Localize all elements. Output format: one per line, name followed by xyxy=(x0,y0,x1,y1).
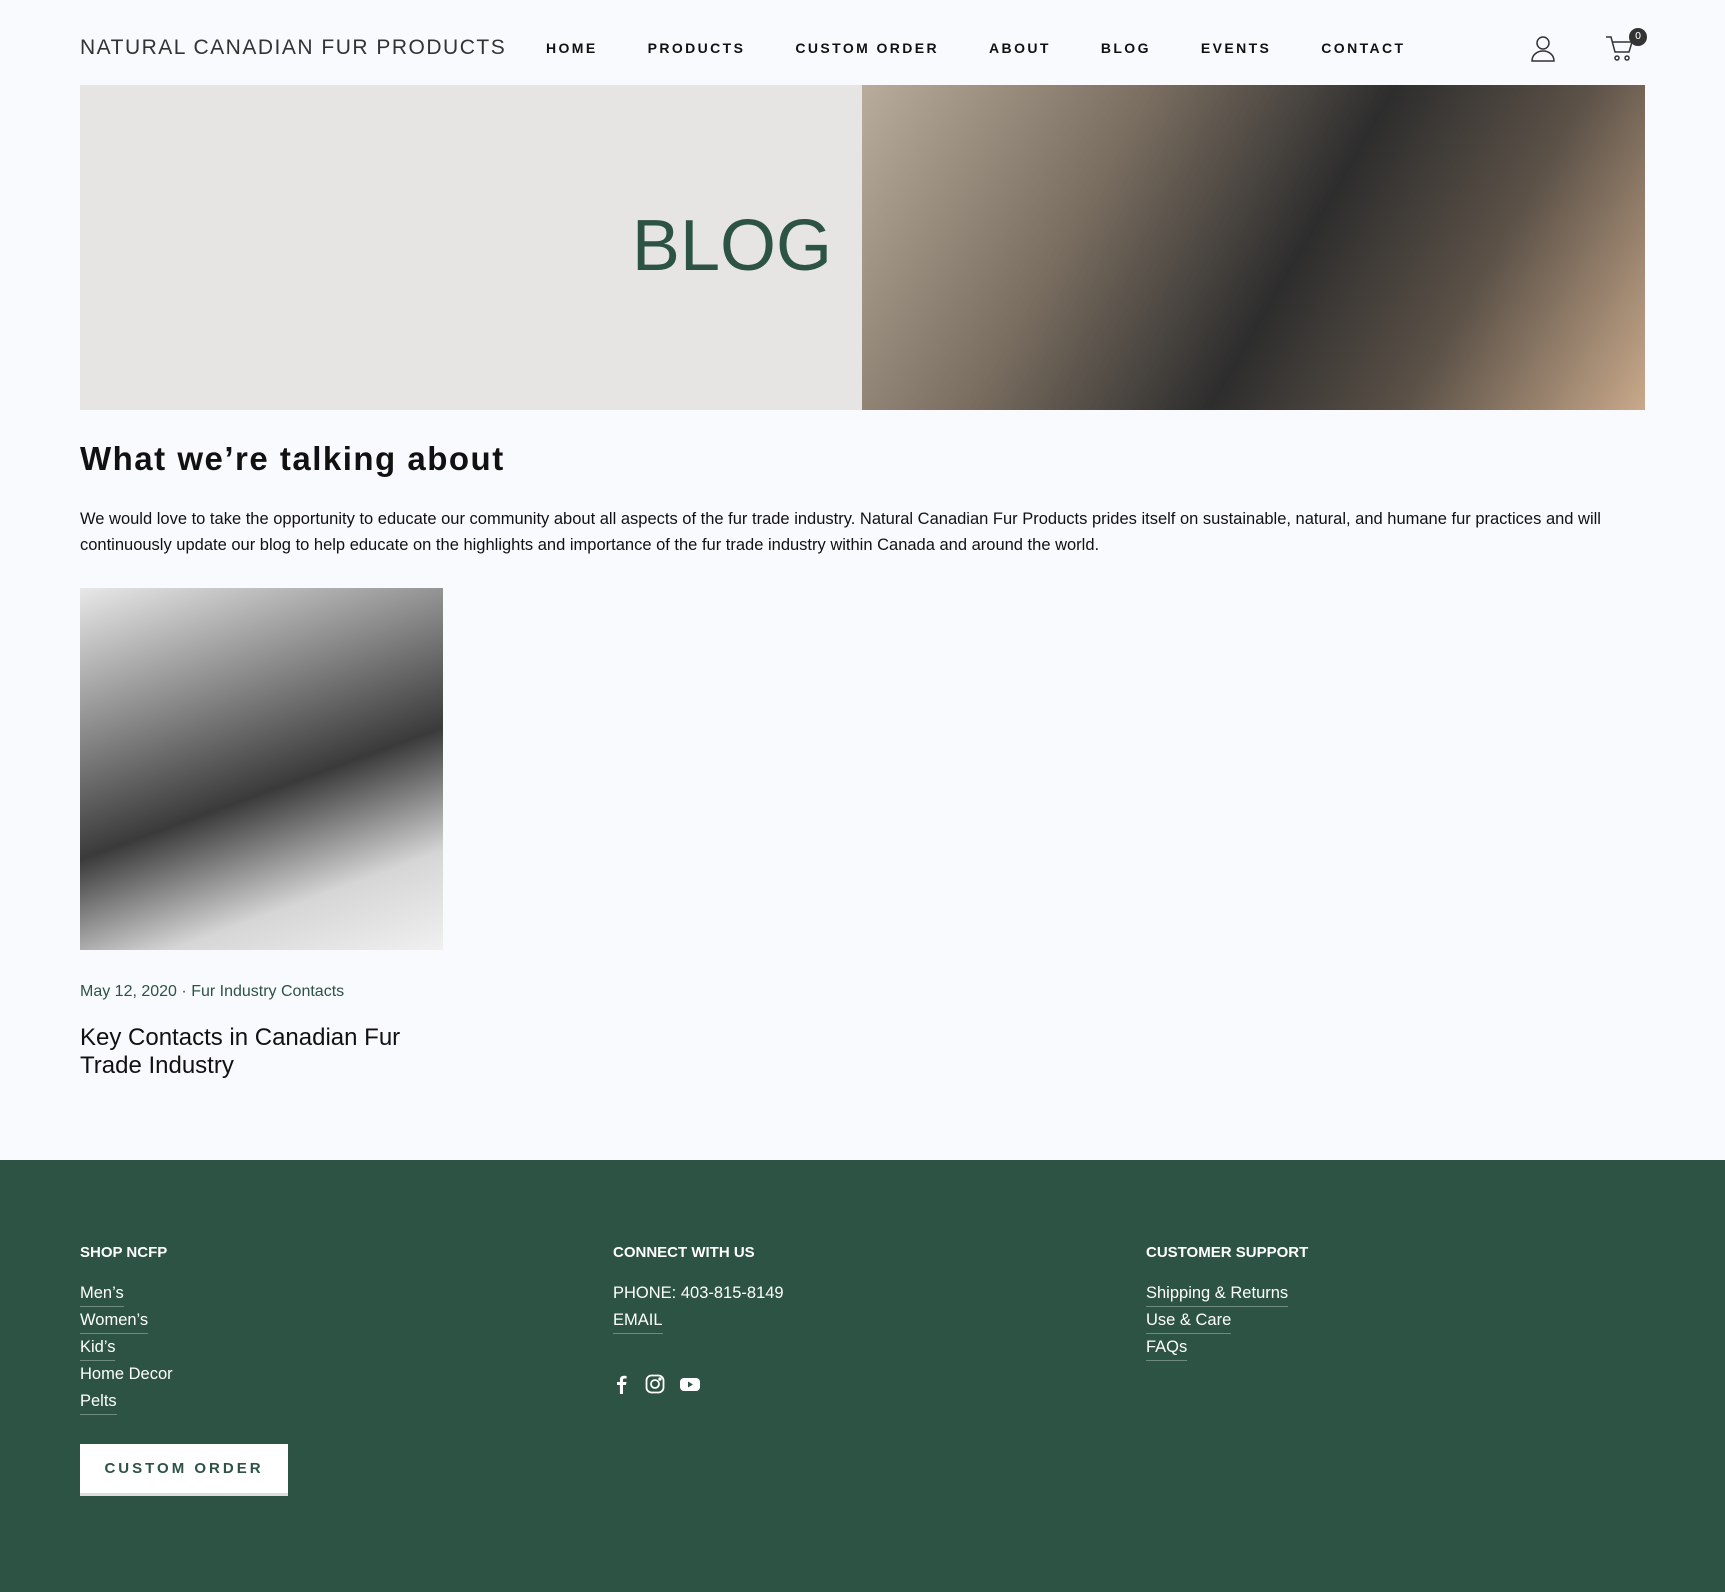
footer-link-home-decor[interactable]: Home Decor xyxy=(80,1364,173,1388)
post-date: May 12, 2020 xyxy=(80,983,177,1000)
footer-link-mens[interactable]: Men’s xyxy=(80,1283,124,1307)
post-title[interactable]: Key Contacts in Canadian Fur Trade Indus… xyxy=(80,1024,460,1080)
footer-link-use-care[interactable]: Use & Care xyxy=(1146,1310,1232,1334)
hero-image xyxy=(862,85,1645,410)
post-category[interactable]: Fur Industry Contacts xyxy=(191,983,344,1000)
custom-order-button[interactable]: CUSTOM ORDER xyxy=(80,1444,288,1496)
nav-custom-order[interactable]: CUSTOM ORDER xyxy=(795,40,939,56)
cart-icon[interactable]: 0 xyxy=(1605,28,1647,66)
facebook-icon[interactable] xyxy=(613,1374,631,1394)
nav-contact[interactable]: CONTACT xyxy=(1321,40,1405,56)
footer-link-shipping[interactable]: Shipping & Returns xyxy=(1146,1283,1289,1307)
footer-support: CUSTOMER SUPPORT Shipping & Returns Use … xyxy=(1146,1244,1308,1364)
post-meta: May 12, 2020 · Fur Industry Contacts xyxy=(80,983,344,1001)
nav-events[interactable]: EVENTS xyxy=(1201,40,1271,56)
footer-link-kids[interactable]: Kid’s xyxy=(80,1337,116,1361)
footer-heading: CUSTOMER SUPPORT xyxy=(1146,1244,1309,1261)
footer-link-faqs[interactable]: FAQs xyxy=(1146,1337,1188,1361)
nav-home[interactable]: HOME xyxy=(546,40,598,56)
footer-heading: SHOP NCFP xyxy=(80,1244,168,1261)
footer-email[interactable]: EMAIL xyxy=(613,1310,663,1334)
footer-connect: CONNECT WITH US PHONE: 403-815-8149 EMAI… xyxy=(613,1244,784,1394)
cart-count-badge: 0 xyxy=(1629,28,1647,46)
main-nav: HOME PRODUCTS CUSTOM ORDER ABOUT BLOG EV… xyxy=(546,40,1456,56)
footer-link-pelts[interactable]: Pelts xyxy=(80,1391,117,1415)
footer-shop: SHOP NCFP Men’s Women’s Kid’s Home Decor… xyxy=(80,1244,173,1418)
meta-separator: · xyxy=(181,983,187,1000)
youtube-icon[interactable] xyxy=(679,1374,701,1394)
section-heading: What we’re talking about xyxy=(80,440,505,477)
account-icon[interactable] xyxy=(1530,34,1556,66)
hero-banner: BLOG xyxy=(80,85,862,410)
social-links xyxy=(613,1374,784,1394)
post-thumbnail[interactable] xyxy=(80,588,443,950)
nav-blog[interactable]: BLOG xyxy=(1101,40,1151,56)
footer-link-womens[interactable]: Women’s xyxy=(80,1310,149,1334)
footer-heading: CONNECT WITH US xyxy=(613,1244,755,1261)
nav-products[interactable]: PRODUCTS xyxy=(648,40,746,56)
instagram-icon[interactable] xyxy=(645,1374,665,1394)
site-logo[interactable]: NATURAL CANADIAN FUR PRODUCTS xyxy=(80,36,506,60)
hero-title: BLOG xyxy=(631,206,832,286)
intro-text: We would love to take the opportunity to… xyxy=(80,510,1601,554)
footer-phone[interactable]: PHONE: 403-815-8149 xyxy=(613,1283,784,1307)
footer: SHOP NCFP Men’s Women’s Kid’s Home Decor… xyxy=(0,1160,1725,1592)
nav-about[interactable]: ABOUT xyxy=(989,40,1051,56)
